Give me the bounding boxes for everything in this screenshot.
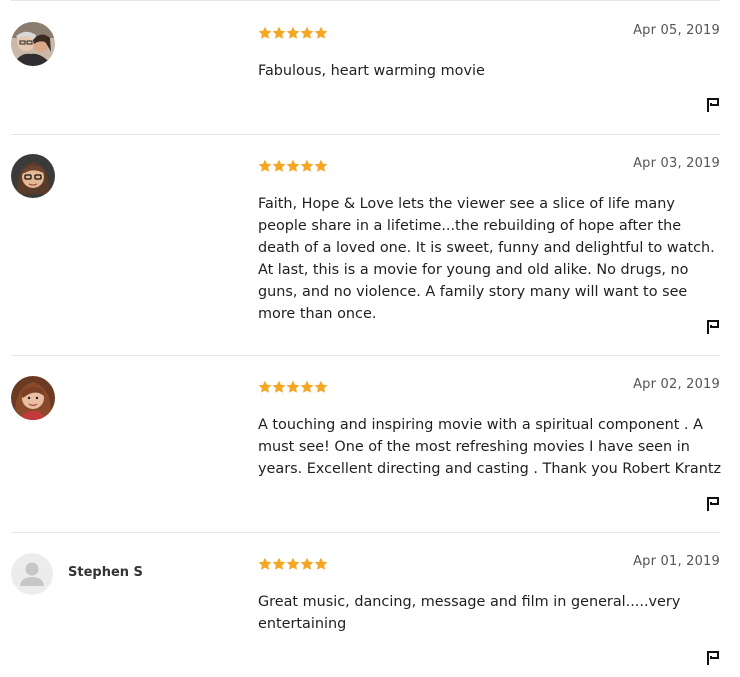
star-icon <box>300 380 314 393</box>
star-icon <box>272 26 286 39</box>
star-icon <box>286 557 300 570</box>
star-icon <box>314 380 328 393</box>
review-item: Apr 02, 2019 A touching and inspiring mo… <box>11 356 721 533</box>
star-icon <box>300 159 314 172</box>
star-icon <box>300 557 314 570</box>
star-icon <box>272 159 286 172</box>
review-item: Apr 03, 2019 Faith, Hope & Love lets the… <box>11 135 720 356</box>
star-icon <box>258 26 272 39</box>
review-date: Apr 05, 2019 <box>633 23 720 38</box>
star-rating <box>258 380 328 394</box>
star-icon <box>286 159 300 172</box>
star-icon <box>258 380 272 393</box>
reviewer-avatar[interactable] <box>11 154 55 198</box>
review-text: Faith, Hope & Love lets the viewer see a… <box>258 196 715 322</box>
star-rating <box>258 26 328 40</box>
star-icon <box>272 380 286 393</box>
review-date: Apr 02, 2019 <box>633 377 720 392</box>
star-rating <box>258 159 328 173</box>
star-icon <box>258 557 272 570</box>
review-text: A touching and inspiring movie with a sp… <box>258 417 722 477</box>
flag-icon[interactable] <box>706 97 720 113</box>
review-date: Apr 01, 2019 <box>633 554 720 569</box>
flag-icon[interactable] <box>706 496 720 512</box>
review-text: Fabulous, heart warming movie <box>258 63 485 79</box>
star-icon <box>258 159 272 172</box>
flag-icon[interactable] <box>706 650 720 666</box>
star-icon <box>300 26 314 39</box>
review-item: Apr 05, 2019 Fabulous, heart warming mov… <box>11 1 720 135</box>
default-user-avatar[interactable] <box>11 553 53 595</box>
reviewer-avatar[interactable] <box>11 376 55 420</box>
star-icon <box>272 557 286 570</box>
star-icon <box>314 26 328 39</box>
review-date: Apr 03, 2019 <box>633 156 720 171</box>
star-icon <box>286 380 300 393</box>
review-item: Stephen S Apr 01, 2019 Great music, danc… <box>11 533 720 677</box>
review-text: Great music, dancing, message and film i… <box>258 594 681 632</box>
star-icon <box>314 557 328 570</box>
reviewer-avatar[interactable] <box>11 22 55 66</box>
flag-icon[interactable] <box>706 319 720 335</box>
star-icon <box>286 26 300 39</box>
star-icon <box>314 159 328 172</box>
reviewer-name[interactable]: Stephen S <box>68 565 143 581</box>
star-rating <box>258 557 328 571</box>
